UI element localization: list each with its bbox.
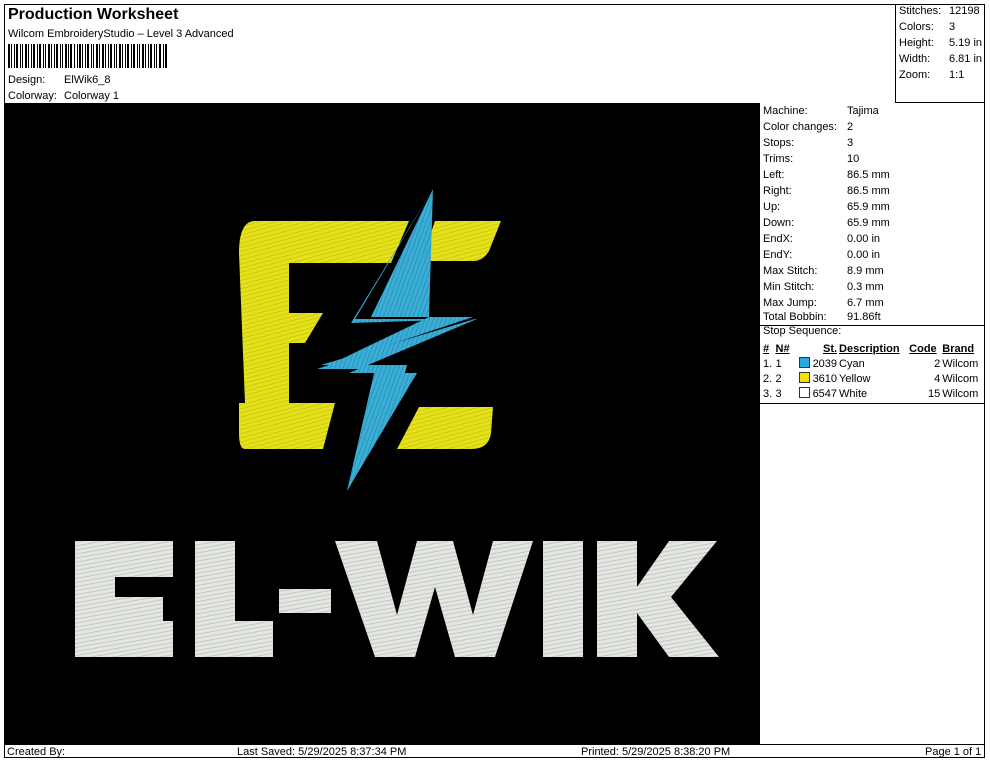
- design-stats-panel: Stitches: 12198 Colors: 3 Height: 5.19 in W…: [895, 4, 985, 103]
- info-row: Right: 86.5 mm: [763, 185, 890, 197]
- colorway-value: Colorway 1: [64, 90, 120, 102]
- col-description: Description: [839, 342, 900, 355]
- col-index: #: [763, 342, 770, 355]
- color-swatch: [798, 372, 810, 383]
- footer: Created By: Last Saved: 5/29/2025 8:37:3…: [5, 744, 985, 759]
- color-swatch: [798, 357, 810, 368]
- stat-width: Width: 6.81 in: [899, 53, 983, 65]
- col-needle: N#: [775, 342, 790, 355]
- table-row: 2. 2 3610 Yellow 4 Wilcom: [763, 372, 979, 385]
- machine-info-panel: Machine: Tajima Color changes: 2 Stops: 3 T…: [759, 103, 985, 744]
- embroidery-design: [75, 189, 719, 657]
- printed-date: Printed: 5/29/2025 8:38:20 PM: [581, 746, 731, 758]
- col-stitches: St.: [822, 342, 838, 355]
- info-row: EndX: 0.00 in: [763, 233, 881, 245]
- stat-colors: Colors: 3: [899, 21, 956, 33]
- stat-height: Height: 5.19 in: [899, 37, 983, 49]
- info-row: Machine: Tajima: [763, 105, 879, 117]
- colorway-label: Colorway:: [8, 90, 57, 102]
- design-label: Design:: [8, 74, 46, 86]
- last-saved: Last Saved: 5/29/2025 8:37:34 PM: [237, 746, 407, 758]
- colorway-row: Colorway: Colorway 1: [8, 90, 119, 102]
- color-swatch: [798, 387, 810, 398]
- info-row: EndY: 0.00 in: [763, 249, 881, 261]
- table-header-row: # N# St. Description Code Brand: [762, 341, 984, 356]
- info-row: Max Jump: 6.7 mm: [763, 297, 884, 309]
- barcode-graphic: [8, 44, 167, 68]
- table-row: 1. 1 2039 Cyan 2 Wilcom: [763, 357, 979, 370]
- created-by: Created By:: [7, 746, 66, 758]
- stop-sequence-title: Stop Sequence:: [763, 325, 842, 337]
- info-row: Min Stitch: 0.3 mm: [763, 281, 884, 293]
- info-row: Total Bobbin: 91.86ft: [763, 311, 881, 323]
- table-row: 3. 3 6547 White 15 Wilcom: [763, 387, 979, 400]
- page-title: Production Worksheet: [8, 6, 179, 23]
- info-row: Stops: 3: [763, 137, 854, 149]
- logo-text-el-wik: [75, 541, 719, 657]
- stop-sequence-table: # N# St. Description Code Brand 1. 1 203…: [762, 341, 984, 401]
- design-name-row: Design: ElWik6_8: [8, 74, 110, 86]
- info-row: Max Stitch: 8.9 mm: [763, 265, 884, 277]
- col-brand: Brand: [942, 342, 975, 355]
- design-value: ElWik6_8: [64, 74, 111, 86]
- design-preview: [5, 103, 759, 744]
- info-row: Left: 86.5 mm: [763, 169, 890, 181]
- info-row: Trims: 10: [763, 153, 860, 165]
- info-row: Down: 65.9 mm: [763, 217, 890, 229]
- col-code: Code: [909, 342, 937, 355]
- info-row: Up: 65.9 mm: [763, 201, 890, 213]
- stat-zoom: Zoom: 1:1: [899, 69, 965, 81]
- software-name: Wilcom EmbroideryStudio – Level 3 Advanc…: [8, 28, 234, 40]
- stat-stitches: Stitches: 12198: [899, 5, 980, 17]
- info-row: Color changes: 2: [763, 121, 854, 133]
- divider: [760, 403, 985, 404]
- page-number: Page 1 of 1: [925, 746, 982, 758]
